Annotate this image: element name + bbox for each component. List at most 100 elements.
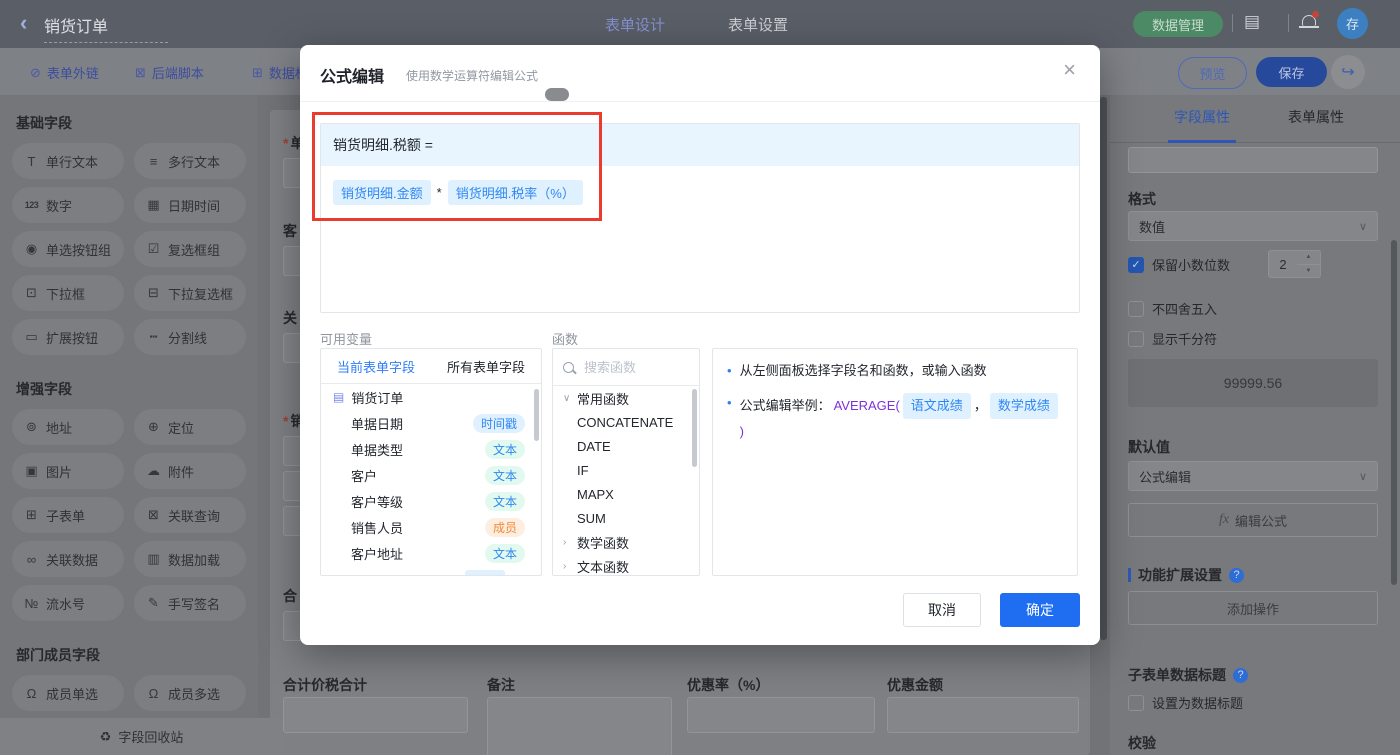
function-search[interactable] [553, 349, 699, 386]
inspector-scrollbar[interactable] [1391, 240, 1397, 585]
confirm-button[interactable]: 确定 [1000, 593, 1080, 627]
contacts-icon[interactable]: ▤ [1244, 12, 1260, 32]
close-icon[interactable]: × [1063, 59, 1076, 81]
sidebar-item-radio-group[interactable]: ◉ 单选按钮组 [12, 231, 124, 267]
field-input-total[interactable] [283, 697, 468, 733]
sidebar-item-image[interactable]: ▣ 图片 [12, 453, 124, 489]
edit-formula-button[interactable]: fx 编辑公式 [1128, 503, 1378, 537]
subform-title-label: 子表单数据标题 [1128, 667, 1226, 683]
canvas-scrollbar[interactable] [1100, 97, 1107, 640]
tree-root-sales-order[interactable]: ▤ 销货订单 [321, 384, 541, 410]
no-round-checkbox[interactable] [1128, 300, 1144, 317]
toolbar-link-external[interactable]: ⊘ 表单外链 [30, 63, 99, 82]
variable-row[interactable]: 客户 文本 [321, 462, 541, 488]
function-item[interactable]: DATE [553, 434, 699, 458]
function-item[interactable]: MAPX [553, 482, 699, 506]
sidebar-item-member-multi[interactable]: Ω 成员多选 [134, 675, 246, 711]
sidebar-item-text-multi[interactable]: ≡ 多行文本 [134, 143, 246, 179]
thousand-checkbox[interactable] [1128, 330, 1144, 347]
stepper-down-icon[interactable]: ▼ [1297, 265, 1320, 278]
tab-form-design[interactable]: 表单设计 [605, 14, 665, 35]
item-label: 流水号 [46, 596, 86, 612]
divider [1232, 14, 1233, 32]
function-group-text[interactable]: › 文本函数 [553, 554, 699, 575]
help-question-icon[interactable]: ? [1233, 667, 1248, 683]
extension-settings-row: 功能扩展设置 ? [1128, 565, 1244, 585]
form-title[interactable]: 销货订单 [44, 13, 169, 43]
tab-form-props[interactable]: 表单属性 [1288, 95, 1344, 140]
sidebar-item-location[interactable]: ⊕ 定位 [134, 409, 246, 445]
variable-row[interactable]: 销售人员 成员 [321, 514, 541, 540]
member-single-icon: Ω [26, 685, 37, 701]
field-input-discount-amount[interactable] [887, 697, 1079, 733]
sidebar-item-checkbox-group[interactable]: ☑ 复选框组 [134, 231, 246, 267]
chevron-down-icon: ∨ [1358, 220, 1367, 233]
function-item[interactable]: CONCATENATE [553, 410, 699, 434]
sidebar-item-linked-data[interactable]: ∞ 关联数据 [12, 541, 124, 577]
sidebar-item-divider[interactable]: ┅ 分割线 [134, 319, 246, 355]
decimal-value-input[interactable]: 2 [1268, 250, 1298, 278]
signature-icon: ✎ [148, 595, 159, 610]
save-button[interactable]: 保存 [1256, 57, 1327, 87]
set-title-checkbox[interactable] [1128, 694, 1144, 711]
data-manage-button[interactable]: 数据管理 [1133, 11, 1223, 37]
sidebar-item-serial-number[interactable]: № 流水号 [12, 585, 124, 621]
function-search-input[interactable] [582, 358, 676, 376]
sidebar-item-address[interactable]: ⊚ 地址 [12, 409, 124, 445]
tab-all-form-fields[interactable]: 所有表单字段 [447, 357, 525, 376]
sidebar-item-datetime[interactable]: ▦ 日期时间 [134, 187, 246, 223]
avatar[interactable]: 存 [1337, 8, 1368, 39]
sidebar-item-extend-button[interactable]: ▭ 扩展按钮 [12, 319, 124, 355]
sidebar-item-data-load[interactable]: ▥ 数据加载 [134, 541, 246, 577]
function-item[interactable]: SUM [553, 506, 699, 530]
field-recycle-bin[interactable]: ♻ 字段回收站 [0, 718, 283, 755]
bullet-icon: • [727, 395, 732, 410]
variables-panel: 当前表单字段 所有表单字段 ▤ 销货订单 单据日期 时间戳 单据类型 文本 客户… [320, 348, 542, 576]
variables-scrollbar[interactable] [534, 389, 539, 441]
field-name-input[interactable] [1128, 147, 1378, 173]
field-input-discount-rate[interactable] [687, 697, 875, 733]
stepper-up-icon[interactable]: ▲ [1297, 251, 1320, 265]
sidebar-item-text-single[interactable]: T 单行文本 [12, 143, 124, 179]
variable-row[interactable]: 客户地址 文本 [321, 540, 541, 566]
tab-current-form-fields[interactable]: 当前表单字段 [337, 357, 415, 376]
item-label: 复选框组 [168, 242, 221, 258]
function-item[interactable]: IF [553, 458, 699, 482]
sidebar-item-member-single[interactable]: Ω 成员单选 [12, 675, 124, 711]
function-group-math[interactable]: › 数学函数 [553, 530, 699, 554]
tab-form-settings[interactable]: 表单设置 [728, 14, 788, 35]
field-label-discount-rate: 优惠率（%） [687, 677, 770, 693]
variable-row[interactable]: 单据日期 时间戳 [321, 410, 541, 436]
share-button[interactable]: ↪ [1331, 55, 1365, 89]
link-icon: ⊘ [30, 64, 41, 80]
notification-bell-icon[interactable] [1299, 11, 1319, 31]
search-icon [563, 361, 574, 373]
function-group-common[interactable]: ∨ 常用函数 [553, 386, 699, 410]
sidebar-item-attachment[interactable]: ☁ 附件 [134, 453, 246, 489]
toolbar-link-backend-script[interactable]: ⊠ 后端脚本 [135, 63, 204, 82]
default-value-select[interactable]: 公式编辑 ∨ [1128, 461, 1378, 491]
sidebar-item-subform[interactable]: ⊞ 子表单 [12, 497, 124, 533]
format-select[interactable]: 数值 ∨ [1128, 211, 1378, 241]
functions-scrollbar[interactable] [692, 389, 697, 467]
sidebar-item-signature[interactable]: ✎ 手写签名 [134, 585, 246, 621]
cancel-button[interactable]: 取消 [903, 593, 981, 627]
sidebar-item-linked-query[interactable]: ⊠ 关联查询 [134, 497, 246, 533]
sidebar-item-multi-select[interactable]: ⊟ 下拉复选框 [134, 275, 246, 311]
back-icon[interactable]: ‹ [20, 10, 27, 36]
type-badge: 时间戳 [472, 413, 525, 433]
field-textarea-remark[interactable] [487, 697, 672, 755]
sidebar-item-select[interactable]: ⊡ 下拉框 [12, 275, 124, 311]
sidebar-item-number[interactable]: 123 数字 [12, 187, 124, 223]
preview-button[interactable]: 预览 [1178, 57, 1247, 89]
help-question-icon[interactable]: ? [1229, 567, 1244, 583]
group-label: 文本函数 [577, 559, 630, 575]
set-title-row: 设置为数据标题 [1128, 693, 1243, 712]
tab-field-props[interactable]: 字段属性 [1168, 95, 1236, 143]
item-label: 数字 [46, 198, 73, 214]
variable-row[interactable]: 单据类型 文本 [321, 436, 541, 462]
variable-row[interactable]: 客户等级 文本 [321, 488, 541, 514]
add-action-button[interactable]: 添加操作 [1128, 591, 1378, 625]
clipped-badge [465, 570, 505, 575]
decimal-checkbox[interactable]: ✓ [1128, 256, 1144, 273]
